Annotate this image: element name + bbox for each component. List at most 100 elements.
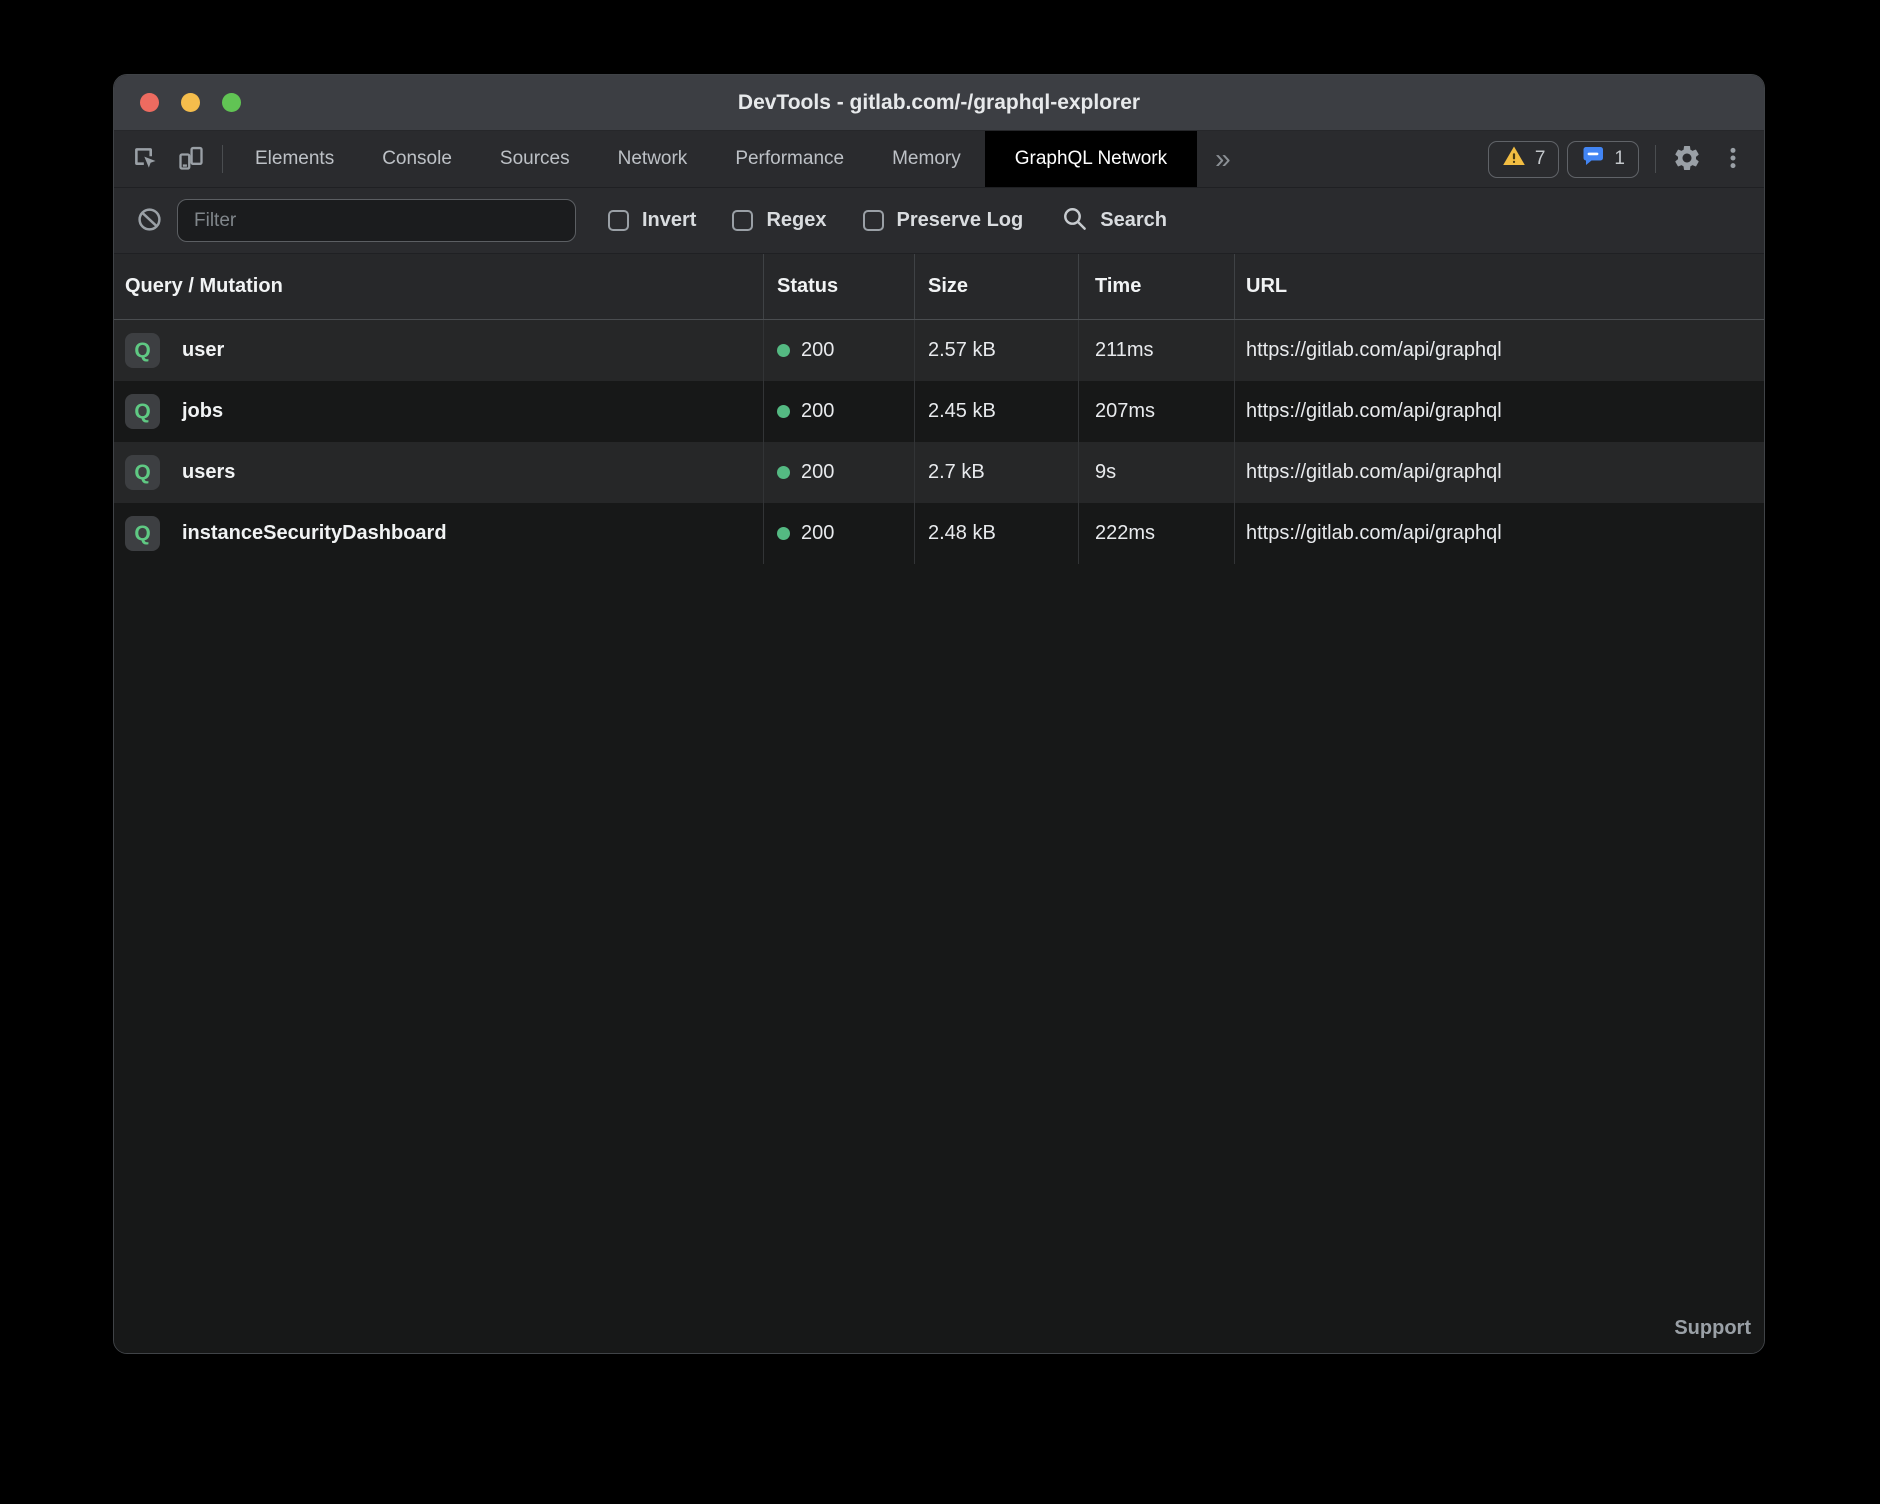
status-dot-icon: [777, 344, 790, 357]
request-time: 222ms: [1095, 522, 1155, 545]
search-icon: [1061, 205, 1088, 237]
tab-label: Performance: [735, 148, 844, 170]
request-time: 211ms: [1095, 339, 1154, 362]
block-icon: [136, 206, 163, 236]
column-header-status[interactable]: Status: [764, 254, 915, 319]
query-name: jobs: [182, 400, 223, 423]
request-time: 9s: [1095, 461, 1116, 484]
more-options-button[interactable]: [1710, 131, 1756, 187]
query-name: instanceSecurityDashboard: [182, 522, 447, 545]
response-size: 2.45 kB: [928, 400, 996, 423]
request-list: Q user 200 2.57 kB 211ms https://gitlab.…: [114, 320, 1764, 564]
search-label: Search: [1100, 209, 1167, 232]
tab-memory[interactable]: Memory: [868, 131, 985, 187]
filter-input[interactable]: [177, 199, 576, 242]
table-row-instancesecuritydashboard[interactable]: Q instanceSecurityDashboard 200 2.48 kB …: [114, 503, 1764, 564]
status-code: 200: [801, 522, 834, 545]
tab-label: Sources: [500, 148, 570, 170]
clear-filter-button[interactable]: [134, 206, 164, 236]
desktop-background: DevTools - gitlab.com/-/graphql-explorer: [0, 0, 1880, 1504]
tab-graphql-network[interactable]: GraphQL Network: [985, 131, 1197, 187]
table-row-users[interactable]: Q users 200 2.7 kB 9s https://gitlab.com…: [114, 442, 1764, 503]
search-control[interactable]: Search: [1061, 205, 1167, 237]
regex-checkbox[interactable]: [732, 210, 753, 231]
close-button[interactable]: [140, 93, 159, 112]
checkbox-label: Preserve Log: [897, 209, 1024, 232]
more-tabs-button[interactable]: »: [1197, 131, 1249, 187]
tab-label: Console: [382, 148, 452, 170]
query-type-badge: Q: [125, 516, 160, 551]
titlebar: DevTools - gitlab.com/-/graphql-explorer: [114, 75, 1764, 131]
message-icon: [1581, 144, 1605, 174]
invert-checkbox[interactable]: [608, 210, 629, 231]
query-type-badge: Q: [125, 455, 160, 490]
device-toolbar-button[interactable]: [168, 131, 214, 187]
query-name: users: [182, 461, 235, 484]
filter-checkboxes: Invert Regex Preserve Log: [576, 209, 1023, 232]
request-url: https://gitlab.com/api/graphql: [1246, 339, 1502, 362]
column-header-size[interactable]: Size: [915, 254, 1079, 319]
tab-label: Memory: [892, 148, 961, 170]
query-type-badge: Q: [125, 394, 160, 429]
tab-console[interactable]: Console: [358, 131, 476, 187]
filter-toolbar: Invert Regex Preserve Log Search: [114, 188, 1764, 254]
request-url: https://gitlab.com/api/graphql: [1246, 400, 1502, 423]
response-size: 2.7 kB: [928, 461, 985, 484]
regex-checkbox-group[interactable]: Regex: [732, 209, 826, 232]
tab-label: Elements: [255, 148, 334, 170]
query-type-badge: Q: [125, 333, 160, 368]
preserve-log-checkbox[interactable]: [863, 210, 884, 231]
warning-count: 7: [1535, 148, 1546, 170]
window-title: DevTools - gitlab.com/-/graphql-explorer: [114, 91, 1764, 115]
gear-icon: [1672, 143, 1702, 176]
tabbar-spacer: [1249, 131, 1488, 187]
tab-elements[interactable]: Elements: [231, 131, 358, 187]
invert-checkbox-group[interactable]: Invert: [608, 209, 696, 232]
request-url: https://gitlab.com/api/graphql: [1246, 461, 1502, 484]
panel-body: Support: [114, 564, 1764, 1353]
traffic-lights: [114, 93, 241, 112]
zoom-button[interactable]: [222, 93, 241, 112]
inspect-element-icon: [131, 144, 159, 175]
status-dot-icon: [777, 466, 790, 479]
warning-icon: [1502, 144, 1526, 174]
warnings-badge[interactable]: 7: [1488, 141, 1560, 178]
status-code: 200: [801, 339, 834, 362]
column-header-query-mutation[interactable]: Query / Mutation: [114, 254, 764, 319]
status-dot-icon: [777, 405, 790, 418]
support-link[interactable]: Support: [1674, 1317, 1751, 1340]
tab-label: GraphQL Network: [1015, 148, 1167, 170]
minimize-button[interactable]: [181, 93, 200, 112]
tab-performance[interactable]: Performance: [711, 131, 868, 187]
settings-button[interactable]: [1664, 131, 1710, 187]
column-header-time[interactable]: Time: [1079, 254, 1235, 319]
device-toolbar-icon: [177, 144, 205, 175]
kebab-icon: [1720, 145, 1746, 174]
column-header-url[interactable]: URL: [1235, 254, 1764, 319]
tab-label: Network: [618, 148, 688, 170]
devtools-tabbar: Elements Console Sources Network Perform…: [114, 131, 1764, 188]
devtools-window: DevTools - gitlab.com/-/graphql-explorer: [113, 74, 1765, 1354]
status-dot-icon: [777, 527, 790, 540]
table-row-jobs[interactable]: Q jobs 200 2.45 kB 207ms https://gitlab.…: [114, 381, 1764, 442]
status-code: 200: [801, 400, 834, 423]
table-header: Query / Mutation Status Size Time URL: [114, 254, 1764, 320]
response-size: 2.57 kB: [928, 339, 996, 362]
response-size: 2.48 kB: [928, 522, 996, 545]
tab-sources[interactable]: Sources: [476, 131, 594, 187]
checkbox-label: Invert: [642, 209, 696, 232]
table-row-user[interactable]: Q user 200 2.57 kB 211ms https://gitlab.…: [114, 320, 1764, 381]
issues-badge[interactable]: 1: [1567, 141, 1639, 178]
checkbox-label: Regex: [766, 209, 826, 232]
query-name: user: [182, 339, 224, 362]
inspect-element-button[interactable]: [122, 131, 168, 187]
preserve-log-checkbox-group[interactable]: Preserve Log: [863, 209, 1024, 232]
request-time: 207ms: [1095, 400, 1155, 423]
tabbar-right-controls: 7 1: [1488, 131, 1756, 187]
toolbar-divider: [222, 145, 223, 173]
controls-divider: [1655, 145, 1656, 173]
tab-network[interactable]: Network: [594, 131, 712, 187]
message-count: 1: [1614, 148, 1625, 170]
panel-tabs: Elements Console Sources Network Perform…: [231, 131, 1197, 187]
status-code: 200: [801, 461, 834, 484]
